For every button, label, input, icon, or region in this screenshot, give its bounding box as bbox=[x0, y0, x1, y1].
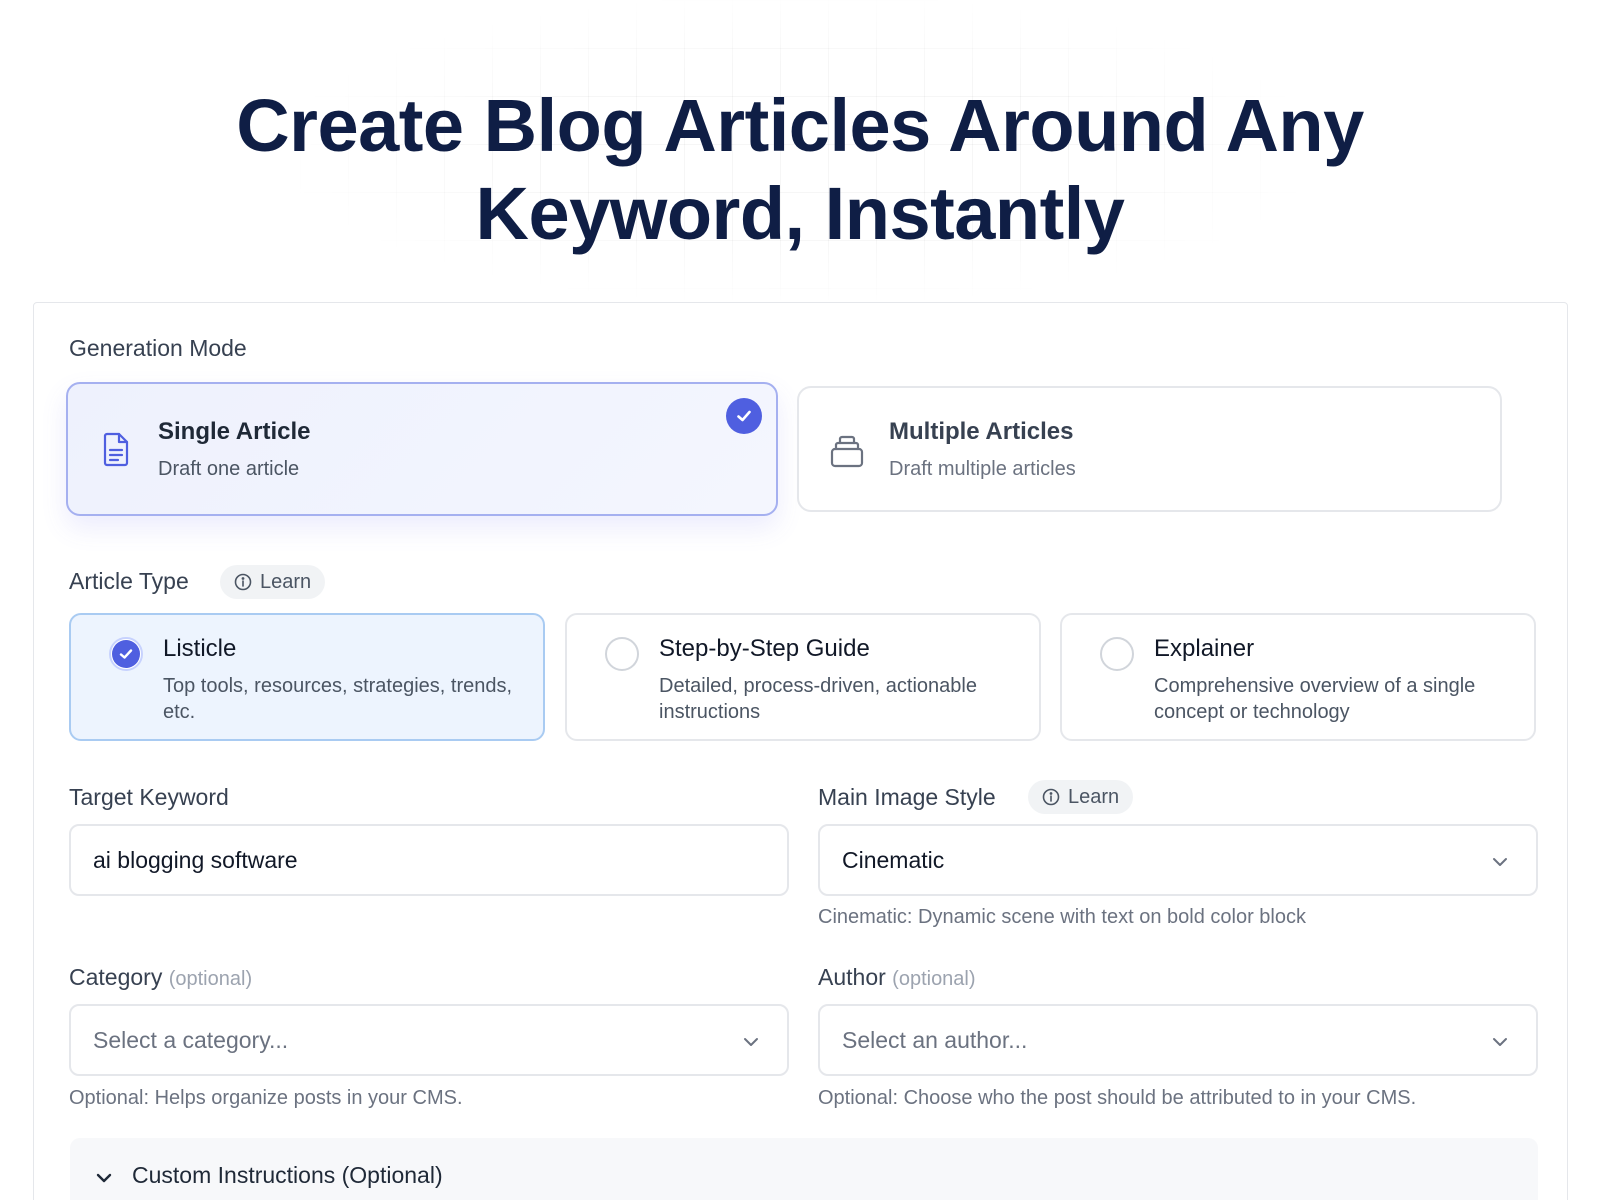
page-title-line-1: Create Blog Articles Around Any bbox=[236, 84, 1364, 167]
mode-subtitle-multiple-articles: Draft multiple articles bbox=[889, 458, 1076, 480]
document-icon bbox=[103, 432, 129, 467]
radio-empty-icon bbox=[605, 637, 639, 671]
category-help: Optional: Helps organize posts in your C… bbox=[69, 1087, 463, 1109]
article-type-label: Article Type bbox=[69, 568, 189, 594]
chevron-down-icon bbox=[744, 1038, 758, 1046]
article-type-desc-explainer: Comprehensive overview of a single conce… bbox=[1154, 675, 1476, 723]
info-icon bbox=[1042, 788, 1060, 806]
author-optional-tag: (optional) bbox=[892, 968, 976, 990]
target-keyword-input[interactable]: ai blogging software bbox=[69, 824, 789, 896]
author-select[interactable]: Select an author... bbox=[818, 1004, 1538, 1076]
page-title: Create Blog Articles Around Any Keyword,… bbox=[0, 82, 1600, 258]
stack-icon bbox=[830, 435, 864, 468]
generation-mode-label: Generation Mode bbox=[69, 335, 247, 361]
chevron-down-icon bbox=[1493, 1038, 1507, 1046]
article-type-option-step-by-step[interactable]: Step-by-Step Guide Detailed, process-dri… bbox=[565, 613, 1041, 741]
main-image-style-label: Main Image Style bbox=[818, 784, 996, 810]
category-select[interactable]: Select a category... bbox=[69, 1004, 789, 1076]
main-image-style-select[interactable]: Cinematic bbox=[818, 824, 1538, 896]
target-keyword-value: ai blogging software bbox=[93, 846, 298, 873]
main-image-style-learn-label: Learn bbox=[1068, 785, 1120, 808]
mode-option-single-article[interactable]: Single Article Draft one article bbox=[66, 382, 778, 516]
main-image-style-value: Cinematic bbox=[842, 846, 945, 873]
page-title-line-2: Keyword, Instantly bbox=[475, 172, 1125, 255]
info-icon bbox=[234, 573, 252, 591]
article-type-learn-label: Learn bbox=[260, 570, 312, 593]
article-type-title-explainer: Explainer bbox=[1154, 635, 1255, 662]
category-label: Category (optional) bbox=[69, 963, 252, 993]
article-type-title-listicle: Listicle bbox=[163, 635, 237, 662]
custom-instructions-toggle[interactable]: Custom Instructions (Optional) bbox=[70, 1138, 1538, 1200]
mode-subtitle-single-article: Draft one article bbox=[158, 458, 300, 480]
author-label: Author (optional) bbox=[818, 963, 976, 993]
chevron-down-icon bbox=[1493, 858, 1507, 866]
article-type-desc-step-by-step: Detailed, process-driven, actionable ins… bbox=[659, 675, 977, 723]
article-type-option-explainer[interactable]: Explainer Comprehensive overview of a si… bbox=[1060, 613, 1536, 741]
main-image-style-help: Cinematic: Dynamic scene with text on bo… bbox=[818, 906, 1306, 928]
mode-title-multiple-articles: Multiple Articles bbox=[889, 418, 1074, 445]
author-label-text: Author bbox=[818, 964, 886, 990]
target-keyword-label: Target Keyword bbox=[69, 784, 229, 810]
article-type-learn-button[interactable]: Learn bbox=[220, 565, 326, 599]
radio-selected-icon bbox=[109, 637, 143, 671]
mode-option-multiple-articles[interactable]: Multiple Articles Draft multiple article… bbox=[797, 386, 1502, 512]
selected-check-icon bbox=[726, 398, 762, 434]
mode-title-single-article: Single Article bbox=[158, 418, 311, 445]
category-label-text: Category bbox=[69, 964, 163, 990]
article-type-title-step-by-step: Step-by-Step Guide bbox=[659, 635, 870, 662]
article-type-option-listicle[interactable]: Listicle Top tools, resources, strategie… bbox=[69, 613, 545, 741]
article-type-desc-listicle: Top tools, resources, strategies, trends… bbox=[163, 675, 513, 723]
category-optional-tag: (optional) bbox=[168, 968, 253, 990]
custom-instructions-label: Custom Instructions (Optional) bbox=[132, 1162, 443, 1188]
radio-empty-icon bbox=[1100, 637, 1134, 671]
author-help: Optional: Choose who the post should be … bbox=[818, 1087, 1417, 1109]
author-placeholder: Select an author... bbox=[842, 1026, 1028, 1053]
main-image-style-learn-button[interactable]: Learn bbox=[1028, 780, 1134, 814]
category-placeholder: Select a category... bbox=[93, 1026, 289, 1053]
chevron-down-icon bbox=[96, 1173, 112, 1183]
